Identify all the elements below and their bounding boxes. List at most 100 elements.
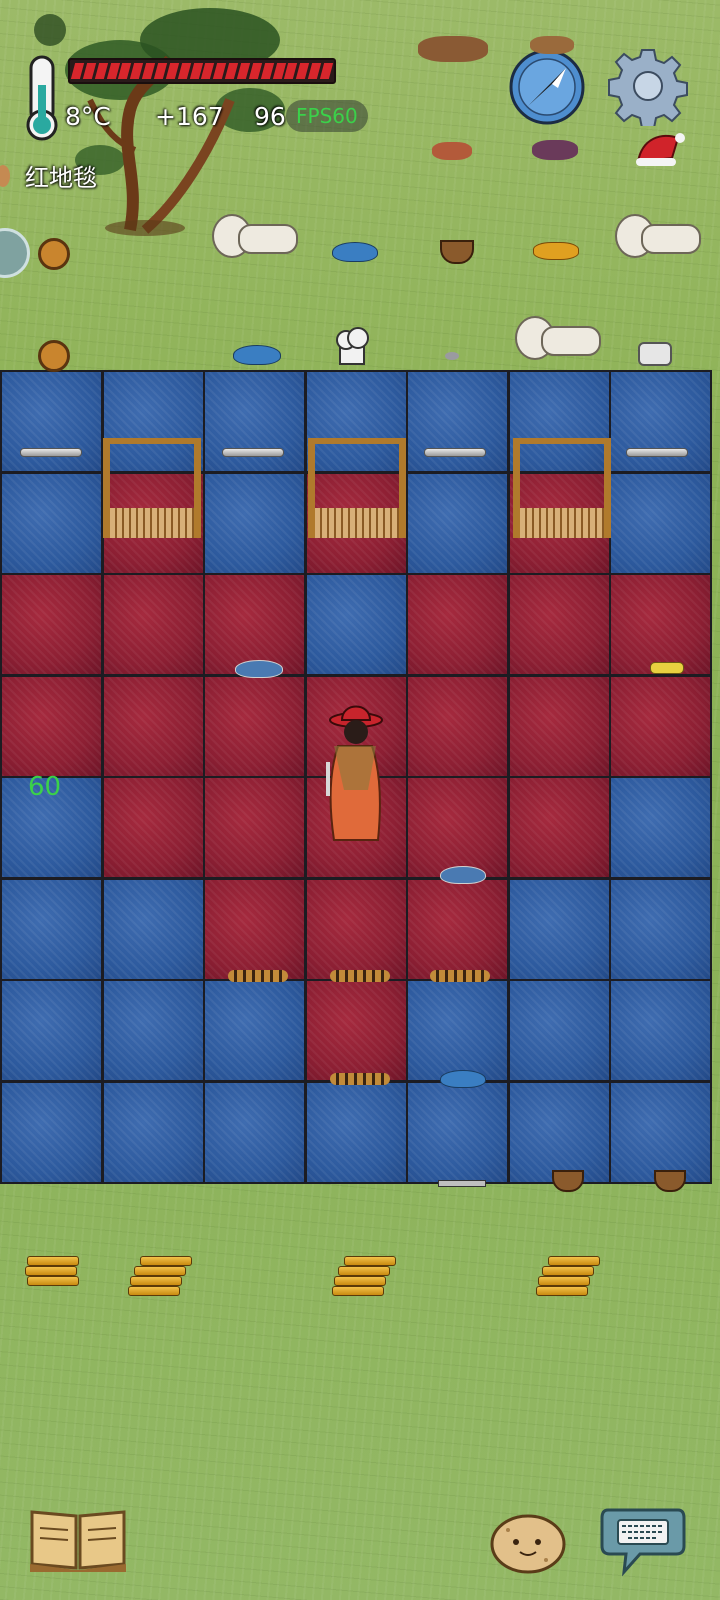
blue-carpet-tile[interactable]: [406, 1081, 509, 1184]
dirt-pile-icon[interactable]: [530, 36, 574, 54]
blue-carpet-tile[interactable]: [102, 878, 205, 981]
banana-icon[interactable]: [650, 662, 684, 674]
chef-hat-icon[interactable]: [332, 324, 372, 368]
red-carpet-tile[interactable]: [508, 776, 611, 879]
health-segment: [153, 63, 168, 79]
red-carpet-tile[interactable]: [102, 675, 205, 778]
santa-hat-icon[interactable]: [632, 128, 686, 168]
bowl-icon[interactable]: [440, 240, 474, 264]
blue-carpet-tile[interactable]: [0, 472, 103, 575]
book-icon[interactable]: [28, 1504, 128, 1574]
blue-carpet-tile[interactable]: [203, 370, 306, 473]
blue-carpet-tile[interactable]: [305, 573, 408, 676]
red-carpet-tile[interactable]: [406, 878, 509, 981]
plank-pile-icon[interactable]: [128, 1256, 192, 1296]
stakes-icon[interactable]: [228, 970, 288, 982]
blue-carpet-tile[interactable]: [609, 776, 712, 879]
metal-rail-icon[interactable]: [222, 448, 284, 457]
metal-rail-icon[interactable]: [424, 448, 486, 457]
gear-icon[interactable]: [608, 46, 688, 129]
red-carpet-tile[interactable]: [0, 573, 103, 676]
blue-carpet-tile[interactable]: [102, 1081, 205, 1184]
health-segment: [94, 63, 108, 79]
blue-carpet-tile[interactable]: [609, 979, 712, 1082]
health-bar: [68, 58, 336, 84]
bowl-of-eggs-icon[interactable]: [654, 1170, 686, 1192]
compass-icon[interactable]: [508, 48, 586, 126]
potato-face-icon[interactable]: [488, 1510, 568, 1576]
yellow-cloth-icon[interactable]: [533, 242, 579, 260]
blue-carpet-tile[interactable]: [0, 878, 103, 981]
food-item-icon[interactable]: [0, 165, 10, 187]
red-carpet-tile[interactable]: [609, 675, 712, 778]
cloth-item-icon[interactable]: [440, 866, 486, 884]
plank-pile-icon[interactable]: [536, 1256, 600, 1296]
stone-icon[interactable]: [445, 352, 459, 360]
red-carpet-tile[interactable]: [305, 878, 408, 981]
blue-carpet-tile[interactable]: [406, 979, 509, 1082]
red-carpet-tile[interactable]: [305, 979, 408, 1082]
dirt-pile-icon[interactable]: [418, 36, 488, 62]
wooden-gate-icon[interactable]: [103, 438, 201, 538]
blue-carpet-tile[interactable]: [609, 878, 712, 981]
player-character[interactable]: [320, 700, 388, 856]
bush-icon[interactable]: [28, 8, 72, 52]
game-world[interactable]: 8°C +167 96 FPS60 红地毯 60: [0, 0, 720, 1600]
blue-carpet-tile[interactable]: [508, 979, 611, 1082]
stakes-icon[interactable]: [430, 970, 490, 982]
blue-carpet-tile[interactable]: [102, 979, 205, 1082]
zoom-gauge-icon[interactable]: [0, 228, 30, 278]
plank-pile-icon[interactable]: [25, 1256, 81, 1290]
cloth-pile-icon[interactable]: [532, 140, 578, 160]
yum-bonus-label: +167: [155, 102, 224, 131]
pie-icon[interactable]: [38, 340, 70, 372]
blue-carpet-tile[interactable]: [203, 1081, 306, 1184]
blue-carpet-tile[interactable]: [406, 370, 509, 473]
blue-carpet-tile[interactable]: [0, 370, 103, 473]
red-carpet-tile[interactable]: [203, 776, 306, 879]
blue-cloth-icon[interactable]: [233, 345, 281, 365]
red-carpet-tile[interactable]: [406, 573, 509, 676]
red-carpet-tile[interactable]: [406, 776, 509, 879]
stakes-icon[interactable]: [330, 970, 390, 982]
blue-cloth-icon[interactable]: [440, 1070, 486, 1088]
red-carpet-tile[interactable]: [102, 776, 205, 879]
red-carpet-tile[interactable]: [102, 573, 205, 676]
bone-icon[interactable]: [515, 316, 601, 360]
plank-pile-icon[interactable]: [332, 1256, 396, 1296]
pie-icon[interactable]: [38, 238, 70, 270]
bowl-icon[interactable]: [552, 1170, 584, 1192]
blue-carpet-tile[interactable]: [609, 370, 712, 473]
red-carpet-tile[interactable]: [609, 573, 712, 676]
red-carpet-tile[interactable]: [0, 675, 103, 778]
blue-carpet-tile[interactable]: [508, 878, 611, 981]
blue-carpet-tile[interactable]: [0, 1081, 103, 1184]
wooden-gate-icon[interactable]: [513, 438, 611, 538]
stakes-icon[interactable]: [330, 1073, 390, 1085]
red-carpet-tile[interactable]: [508, 573, 611, 676]
blue-cloth-icon[interactable]: [332, 242, 378, 262]
red-carpet-tile[interactable]: [508, 675, 611, 778]
knife-icon[interactable]: [438, 1180, 486, 1187]
metal-rail-icon[interactable]: [626, 448, 688, 457]
red-carpet-tile[interactable]: [203, 878, 306, 981]
blue-carpet-tile[interactable]: [203, 472, 306, 575]
blue-carpet-tile[interactable]: [0, 979, 103, 1082]
cloth-item-icon[interactable]: [235, 660, 283, 678]
red-carpet-tile[interactable]: [406, 675, 509, 778]
blue-carpet-tile[interactable]: [508, 1081, 611, 1184]
pot-icon[interactable]: [638, 342, 672, 366]
bone-icon[interactable]: [615, 214, 701, 258]
bone-icon[interactable]: [212, 214, 298, 258]
blue-carpet-tile[interactable]: [609, 472, 712, 575]
meat-icon[interactable]: [432, 142, 472, 160]
metal-rail-icon[interactable]: [20, 448, 82, 457]
wooden-gate-icon[interactable]: [308, 438, 406, 538]
blue-carpet-tile[interactable]: [203, 979, 306, 1082]
blue-carpet-tile[interactable]: [406, 472, 509, 575]
blue-carpet-tile[interactable]: [609, 1081, 712, 1184]
red-carpet-tile[interactable]: [203, 675, 306, 778]
health-segment: [248, 63, 262, 79]
blue-carpet-tile[interactable]: [305, 1081, 408, 1184]
keyboard-chat-icon[interactable]: [600, 1500, 686, 1580]
